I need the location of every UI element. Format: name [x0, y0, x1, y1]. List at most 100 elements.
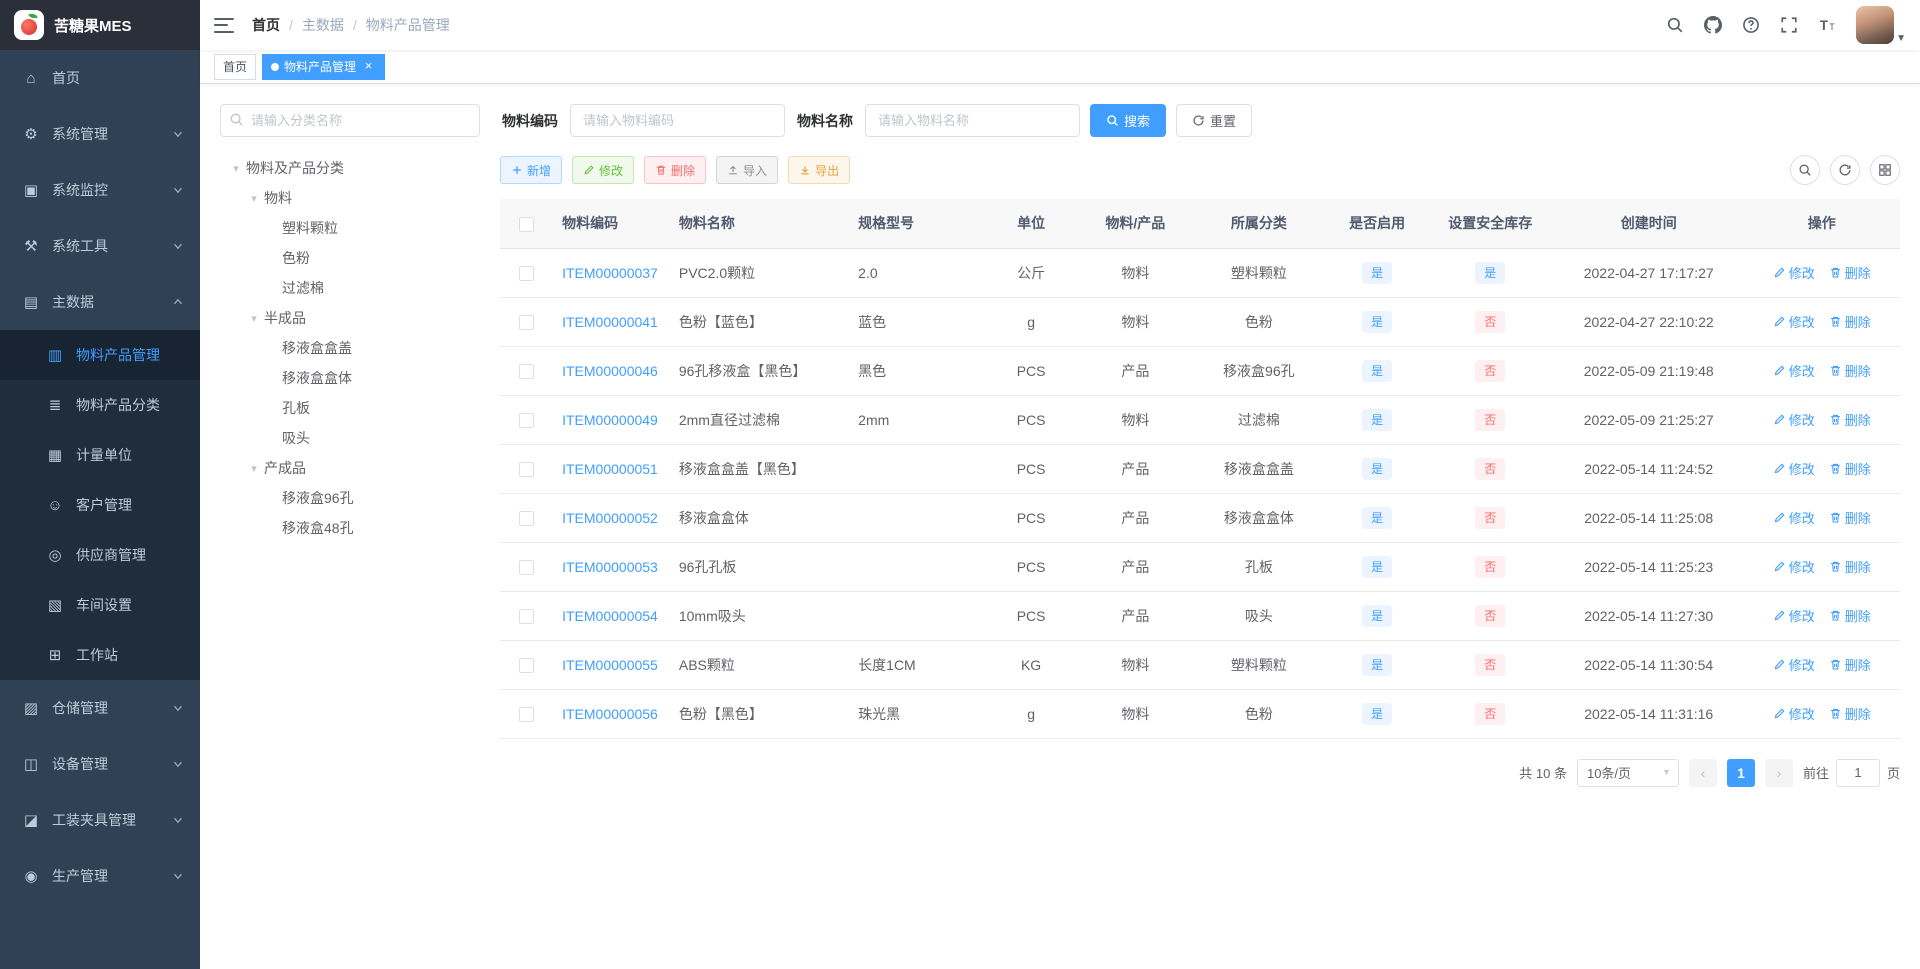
- tree-node[interactable]: ▾ 半成品: [220, 303, 480, 333]
- row-checkbox[interactable]: [518, 706, 534, 722]
- category-search-input[interactable]: [220, 104, 480, 137]
- row-checkbox[interactable]: [518, 559, 534, 575]
- row-checkbox[interactable]: [518, 363, 534, 379]
- tree-node[interactable]: ▾ 孔板: [220, 393, 480, 423]
- sidebar-item[interactable]: ◉ 生产管理: [0, 848, 200, 904]
- sidebar-subitem[interactable]: ⊞ 工作站: [0, 630, 200, 680]
- enabled-badge[interactable]: 是: [1327, 591, 1427, 641]
- column-header[interactable]: 操作: [1743, 199, 1900, 249]
- material-code-input[interactable]: [570, 104, 785, 137]
- safety-stock-badge[interactable]: 否: [1426, 689, 1554, 739]
- edit-row-button[interactable]: 修改: [1773, 508, 1815, 527]
- row-checkbox[interactable]: [518, 314, 534, 330]
- enabled-badge[interactable]: 是: [1327, 297, 1427, 347]
- delete-row-button[interactable]: 删除: [1829, 361, 1871, 380]
- tab-item[interactable]: 首页: [214, 53, 257, 80]
- user-menu[interactable]: ▼: [1856, 6, 1906, 44]
- sidebar-item[interactable]: ⚙ 系统管理: [0, 106, 200, 162]
- sidebar-subitem[interactable]: ≣ 物料产品分类: [0, 380, 200, 430]
- delete-row-button[interactable]: 删除: [1829, 312, 1871, 331]
- item-code-link[interactable]: ITEM00000046: [562, 363, 658, 379]
- item-code-link[interactable]: ITEM00000053: [562, 559, 658, 575]
- edit-row-button[interactable]: 修改: [1773, 410, 1815, 429]
- column-settings-button[interactable]: [1870, 155, 1900, 185]
- export-button[interactable]: 导出: [788, 156, 851, 184]
- edit-row-button[interactable]: 修改: [1773, 361, 1815, 380]
- enabled-badge[interactable]: 是: [1327, 689, 1427, 739]
- edit-button[interactable]: 修改: [572, 156, 635, 184]
- search-icon[interactable]: [1658, 8, 1692, 42]
- sidebar-item[interactable]: ⌂ 首页: [0, 50, 200, 106]
- item-code-link[interactable]: ITEM00000051: [562, 461, 658, 477]
- row-checkbox[interactable]: [518, 657, 534, 673]
- safety-stock-badge[interactable]: 否: [1426, 297, 1554, 347]
- tree-node[interactable]: ▾ 物料及产品分类: [220, 153, 480, 183]
- column-header[interactable]: 物料名称: [668, 199, 849, 249]
- tree-node[interactable]: ▾ 移液盒96孔: [220, 483, 480, 513]
- sidebar-item[interactable]: ▤ 主数据: [0, 274, 200, 330]
- item-code-link[interactable]: ITEM00000056: [562, 706, 658, 722]
- item-code-link[interactable]: ITEM00000052: [562, 510, 658, 526]
- delete-button[interactable]: 删除: [644, 156, 707, 184]
- row-checkbox[interactable]: [518, 608, 534, 624]
- edit-row-button[interactable]: 修改: [1773, 312, 1815, 331]
- safety-stock-badge[interactable]: 否: [1426, 444, 1554, 494]
- item-code-link[interactable]: ITEM00000049: [562, 412, 658, 428]
- delete-row-button[interactable]: 删除: [1829, 410, 1871, 429]
- delete-row-button[interactable]: 删除: [1829, 655, 1871, 674]
- delete-row-button[interactable]: 删除: [1829, 704, 1871, 723]
- tree-node[interactable]: ▾ 色粉: [220, 243, 480, 273]
- goto-page-input[interactable]: [1835, 758, 1880, 787]
- item-code-link[interactable]: ITEM00000055: [562, 657, 658, 673]
- sidebar-subitem[interactable]: ▥ 物料产品管理: [0, 330, 200, 380]
- tree-node[interactable]: ▾ 产成品: [220, 453, 480, 483]
- delete-row-button[interactable]: 删除: [1829, 508, 1871, 527]
- column-header[interactable]: 物料/产品: [1080, 199, 1191, 249]
- enabled-badge[interactable]: 是: [1327, 444, 1427, 494]
- tree-node[interactable]: ▾ 移液盒盒体: [220, 363, 480, 393]
- delete-row-button[interactable]: 删除: [1829, 557, 1871, 576]
- sidebar-subitem[interactable]: ▧ 车间设置: [0, 580, 200, 630]
- caret-down-icon[interactable]: ▾: [244, 192, 264, 205]
- edit-row-button[interactable]: 修改: [1773, 459, 1815, 478]
- delete-row-button[interactable]: 删除: [1829, 459, 1871, 478]
- delete-row-button[interactable]: 删除: [1829, 263, 1871, 282]
- safety-stock-badge[interactable]: 是: [1426, 248, 1554, 298]
- refresh-button[interactable]: [1830, 155, 1860, 185]
- material-name-input[interactable]: [865, 104, 1080, 137]
- tree-node[interactable]: ▾ 物料: [220, 183, 480, 213]
- row-checkbox[interactable]: [518, 461, 534, 477]
- sidebar-subitem[interactable]: ☺ 客户管理: [0, 480, 200, 530]
- github-icon[interactable]: [1696, 8, 1730, 42]
- search-button[interactable]: 搜索: [1090, 104, 1167, 137]
- row-checkbox[interactable]: [518, 265, 534, 281]
- safety-stock-badge[interactable]: 否: [1426, 346, 1554, 396]
- item-code-link[interactable]: ITEM00000054: [562, 608, 658, 624]
- item-code-link[interactable]: ITEM00000037: [562, 265, 658, 281]
- fullscreen-icon[interactable]: [1772, 8, 1806, 42]
- sidebar-subitem[interactable]: ▦ 计量单位: [0, 430, 200, 480]
- safety-stock-badge[interactable]: 否: [1426, 395, 1554, 445]
- hide-search-button[interactable]: [1790, 155, 1820, 185]
- font-size-icon[interactable]: TT: [1810, 8, 1844, 42]
- safety-stock-badge[interactable]: 否: [1426, 493, 1554, 543]
- enabled-badge[interactable]: 是: [1327, 493, 1427, 543]
- safety-stock-badge[interactable]: 否: [1426, 640, 1554, 690]
- column-header[interactable]: 所属分类: [1190, 199, 1328, 249]
- safety-stock-badge[interactable]: 否: [1426, 542, 1554, 592]
- reset-button[interactable]: 重置: [1176, 104, 1253, 137]
- column-header[interactable]: 规格型号: [848, 199, 982, 249]
- breadcrumb-item[interactable]: 主数据: [302, 15, 344, 35]
- sidebar-item[interactable]: ▨ 仓储管理: [0, 680, 200, 736]
- tree-node[interactable]: ▾ 过滤棉: [220, 273, 480, 303]
- enabled-badge[interactable]: 是: [1327, 395, 1427, 445]
- caret-down-icon[interactable]: ▾: [226, 162, 246, 175]
- edit-row-button[interactable]: 修改: [1773, 655, 1815, 674]
- tree-node[interactable]: ▾ 塑料颗粒: [220, 213, 480, 243]
- sidebar-item[interactable]: ▣ 系统监控: [0, 162, 200, 218]
- edit-row-button[interactable]: 修改: [1773, 704, 1815, 723]
- sidebar-item[interactable]: ⚒ 系统工具: [0, 218, 200, 274]
- tree-node[interactable]: ▾ 吸头: [220, 423, 480, 453]
- prev-page-button[interactable]: ‹: [1688, 758, 1717, 787]
- import-button[interactable]: 导入: [716, 156, 779, 184]
